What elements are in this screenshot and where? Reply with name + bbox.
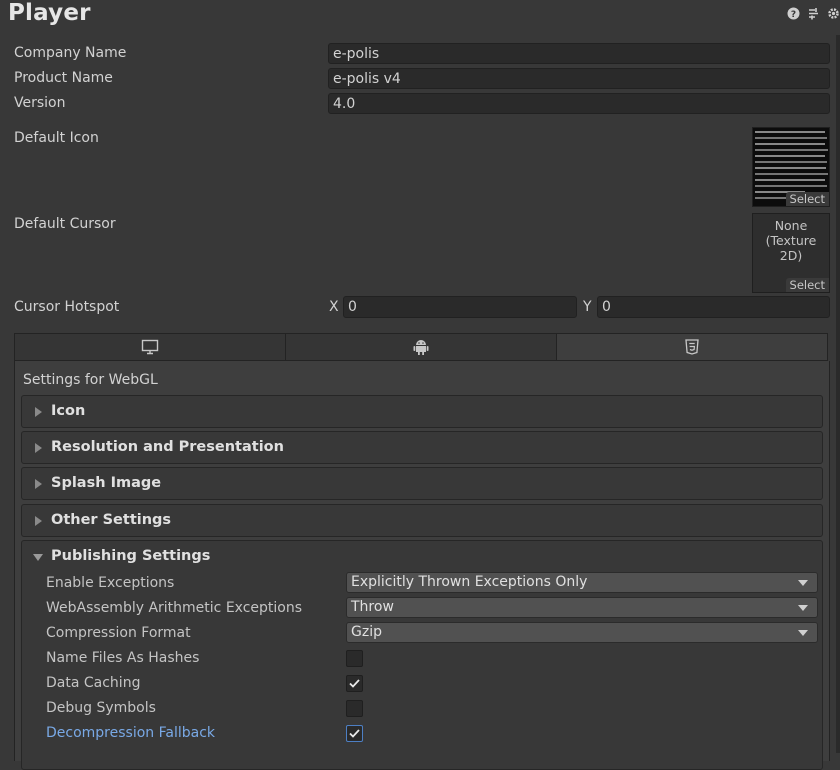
- enable-exceptions-value: Explicitly Thrown Exceptions Only: [351, 574, 588, 590]
- hotspot-y-input[interactable]: 0: [597, 296, 830, 318]
- html5-icon: [685, 339, 699, 355]
- default-icon-label: Default Icon: [14, 130, 99, 146]
- section-other[interactable]: Other Settings: [21, 504, 823, 537]
- tab-android[interactable]: [286, 334, 557, 360]
- tab-standalone[interactable]: [15, 334, 286, 360]
- version-input[interactable]: 4.0: [328, 93, 830, 114]
- monitor-icon: [141, 339, 159, 355]
- default-cursor-slot[interactable]: None (Texture 2D) Select: [752, 213, 830, 293]
- wasm-arith-dropdown[interactable]: Throw: [346, 597, 818, 618]
- svg-text:?: ?: [790, 10, 795, 20]
- scrollbar[interactable]: [836, 35, 840, 753]
- expand-arrow-icon: [35, 443, 42, 453]
- decompression-fallback-checkbox[interactable]: [346, 725, 363, 742]
- settings-icon[interactable]: [826, 7, 840, 21]
- decompression-fallback-label: Decompression Fallback: [46, 725, 216, 741]
- inspector-title: Player: [8, 0, 91, 26]
- section-icon[interactable]: Icon: [21, 395, 823, 428]
- enable-exceptions-dropdown[interactable]: Explicitly Thrown Exceptions Only: [346, 572, 818, 593]
- cursor-hotspot-label: Cursor Hotspot: [14, 299, 120, 315]
- default-icon-slot[interactable]: Select: [752, 127, 830, 207]
- collapse-arrow-icon: [33, 554, 43, 561]
- expand-arrow-icon: [35, 479, 42, 489]
- android-icon: [413, 340, 429, 355]
- default-cursor-label: Default Cursor: [14, 216, 116, 232]
- compression-format-value: Gzip: [351, 624, 382, 640]
- section-resolution-title: Resolution and Presentation: [51, 439, 284, 455]
- chevron-down-icon: [798, 580, 808, 586]
- platform-tabs: [14, 333, 828, 361]
- version-label: Version: [14, 95, 66, 111]
- tab-webgl[interactable]: [557, 334, 827, 360]
- default-cursor-value: None (Texture 2D): [753, 218, 829, 263]
- section-splash[interactable]: Splash Image: [21, 467, 823, 500]
- preset-icon[interactable]: [806, 7, 820, 21]
- checkmark-icon: [349, 729, 360, 738]
- hotspot-y-label: Y: [583, 299, 592, 315]
- header-icons: ?: [786, 7, 840, 21]
- default-cursor-select-button[interactable]: Select: [785, 278, 829, 292]
- data-caching-checkbox[interactable]: [346, 675, 363, 692]
- section-publishing-title: Publishing Settings: [51, 548, 211, 564]
- product-name-input[interactable]: e-polis v4: [328, 68, 830, 89]
- product-name-label: Product Name: [14, 70, 113, 86]
- company-name-input[interactable]: e-polis: [328, 43, 830, 64]
- wasm-arith-label: WebAssembly Arithmetic Exceptions: [46, 600, 303, 616]
- chevron-down-icon: [798, 605, 808, 611]
- section-icon-title: Icon: [51, 403, 86, 419]
- debug-symbols-checkbox[interactable]: [346, 700, 363, 717]
- section-resolution[interactable]: Resolution and Presentation: [21, 431, 823, 464]
- name-hashes-checkbox[interactable]: [346, 650, 363, 667]
- data-caching-label: Data Caching: [46, 675, 141, 691]
- expand-arrow-icon: [35, 516, 42, 526]
- cursor-value-line1: None: [774, 218, 808, 233]
- compression-format-dropdown[interactable]: Gzip: [346, 622, 818, 643]
- debug-symbols-label: Debug Symbols: [46, 700, 156, 716]
- expand-arrow-icon: [35, 407, 42, 417]
- checkmark-icon: [349, 679, 360, 688]
- section-splash-title: Splash Image: [51, 475, 162, 491]
- default-icon-select-button[interactable]: Select: [785, 192, 829, 206]
- name-hashes-label: Name Files As Hashes: [46, 650, 200, 666]
- hotspot-x-input[interactable]: 0: [343, 296, 577, 318]
- company-name-label: Company Name: [14, 45, 127, 61]
- compression-format-label: Compression Format: [46, 625, 191, 641]
- settings-for-label: Settings for WebGL: [23, 372, 158, 388]
- enable-exceptions-label: Enable Exceptions: [46, 575, 175, 591]
- wasm-arith-value: Throw: [351, 599, 394, 615]
- hotspot-x-label: X: [329, 299, 339, 315]
- section-other-title: Other Settings: [51, 512, 172, 528]
- chevron-down-icon: [798, 630, 808, 636]
- cursor-value-line2: (Texture 2D): [765, 233, 817, 263]
- help-icon[interactable]: ?: [786, 7, 800, 21]
